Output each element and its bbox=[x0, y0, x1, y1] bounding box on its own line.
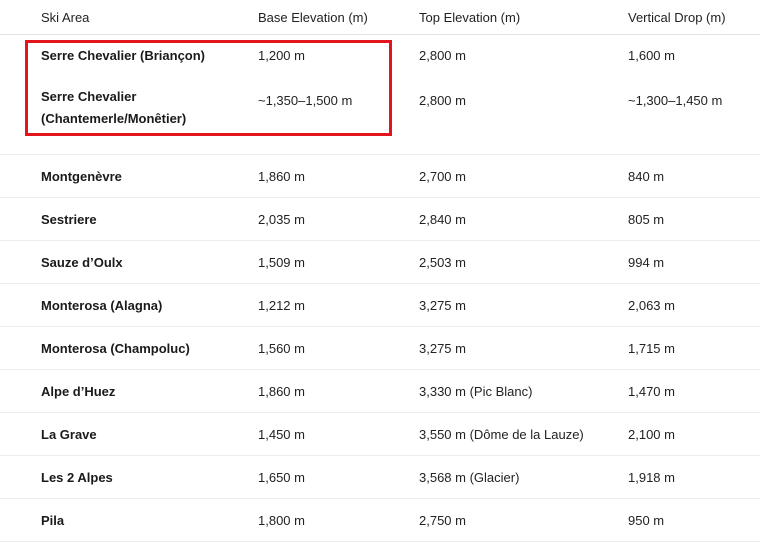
cell-base-elevation: ~1,350–1,500 m bbox=[258, 76, 419, 155]
cell-ski-area: Sauze d’Oulx bbox=[0, 240, 258, 284]
table-row: Sestriere 2,035 m 2,840 m 805 m bbox=[0, 197, 760, 241]
cell-base-elevation: 1,450 m bbox=[258, 412, 419, 456]
cell-base-elevation: 2,050 m bbox=[258, 541, 419, 558]
cell-ski-area-line2: (Chantemerle/Monêtier) bbox=[41, 111, 187, 126]
table-row: Pila 1,800 m 2,750 m 950 m bbox=[0, 498, 760, 542]
table-header-row: Ski Area Base Elevation (m) Top Elevatio… bbox=[0, 0, 760, 35]
table-row: Serre Chevalier (Chantemerle/Monêtier) ~… bbox=[0, 76, 760, 155]
cell-top-elevation: 3,275 m bbox=[419, 283, 628, 327]
cell-top-elevation: 2,800 m bbox=[419, 48, 466, 63]
cell-base-elevation: 1,650 m bbox=[258, 455, 419, 499]
cell-vertical-drop: 994 m bbox=[628, 240, 760, 284]
cell-top-elevation: 2,503 m bbox=[419, 240, 628, 284]
cell-ski-area: Pila bbox=[0, 498, 258, 542]
cell-ski-area: Les 2 Alpes bbox=[0, 455, 258, 499]
cell-vertical-drop: ~1,300–1,450 m bbox=[628, 76, 760, 155]
cell-ski-area: Serre Chevalier (Chantemerle/Monêtier) bbox=[0, 76, 258, 155]
table-row: Monterosa (Champoluc) 1,560 m 3,275 m 1,… bbox=[0, 326, 760, 370]
cell-top-elevation: 2,800 m bbox=[419, 76, 628, 155]
cell-base-elevation: 1,860 m bbox=[258, 154, 419, 198]
cell-base-elevation: 2,035 m bbox=[258, 197, 419, 241]
cell-base-elevation: 1,860 m bbox=[258, 369, 419, 413]
cell-vertical-drop: 805 m bbox=[628, 197, 760, 241]
cell-top-elevation: 3,330 m (Pic Blanc) bbox=[419, 369, 628, 413]
cell-top-elevation: 2,750 m bbox=[419, 498, 628, 542]
cell-vertical-drop: 2,063 m bbox=[628, 283, 760, 327]
table-row: Montgenèvre 1,860 m 2,700 m 840 m bbox=[0, 154, 760, 198]
cell-base-elevation: 1,212 m bbox=[258, 283, 419, 327]
cell-vertical-drop: 950 m bbox=[628, 498, 760, 542]
ski-area-table: Ski Area Base Elevation (m) Top Elevatio… bbox=[0, 0, 760, 558]
cell-vertical-drop: 1,470 m bbox=[628, 369, 760, 413]
cell-base-elevation: 1,200 m bbox=[258, 48, 305, 63]
cell-ski-area: Alpe d’Huez bbox=[0, 369, 258, 413]
cell-ski-area: Montgenèvre bbox=[0, 154, 258, 198]
cell-top-elevation: 3,568 m (Glacier) bbox=[419, 455, 628, 499]
cell-base-elevation: 1,560 m bbox=[258, 326, 419, 370]
cell-ski-area: Monterosa (Alagna) bbox=[0, 283, 258, 327]
table-row: Cervinia 2,050 m 3,883 m (Klein Matterho… bbox=[0, 541, 760, 558]
cell-vertical-drop: 1,833 m bbox=[628, 541, 760, 558]
cell-ski-area: La Grave bbox=[0, 412, 258, 456]
cell-ski-area: Cervinia bbox=[0, 541, 258, 558]
table-row: Monterosa (Alagna) 1,212 m 3,275 m 2,063… bbox=[0, 283, 760, 327]
table-row: Sauze d’Oulx 1,509 m 2,503 m 994 m bbox=[0, 240, 760, 284]
cell-ski-area: Monterosa (Champoluc) bbox=[0, 326, 258, 370]
cell-top-elevation: 2,700 m bbox=[419, 154, 628, 198]
cell-base-elevation: 1,800 m bbox=[258, 498, 419, 542]
cell-vertical-drop: 1,918 m bbox=[628, 455, 760, 499]
cell-ski-area: Serre Chevalier (Briançon) bbox=[41, 48, 206, 63]
header-ski-area: Ski Area bbox=[0, 0, 258, 35]
table-row: Serre Chevalier (Briançon) 1,200 m 2,800… bbox=[0, 35, 760, 77]
cell-ski-area-line1: Serre Chevalier bbox=[41, 89, 137, 104]
header-base-elevation: Base Elevation (m) bbox=[258, 0, 419, 35]
ski-area-table-container: Ski Area Base Elevation (m) Top Elevatio… bbox=[0, 0, 774, 558]
cell-top-elevation: 2,840 m bbox=[419, 197, 628, 241]
cell-vertical-drop: 1,600 m bbox=[628, 48, 675, 63]
cell-vertical-drop: 1,715 m bbox=[628, 326, 760, 370]
cell-top-elevation: 3,550 m (Dôme de la Lauze) bbox=[419, 412, 628, 456]
header-top-elevation: Top Elevation (m) bbox=[419, 0, 628, 35]
cell-vertical-drop: 2,100 m bbox=[628, 412, 760, 456]
table-row: Les 2 Alpes 1,650 m 3,568 m (Glacier) 1,… bbox=[0, 455, 760, 499]
header-vertical-drop: Vertical Drop (m) bbox=[628, 0, 760, 35]
table-row: Alpe d’Huez 1,860 m 3,330 m (Pic Blanc) … bbox=[0, 369, 760, 413]
table-row: La Grave 1,450 m 3,550 m (Dôme de la Lau… bbox=[0, 412, 760, 456]
cell-ski-area: Sestriere bbox=[0, 197, 258, 241]
cell-base-elevation: 1,509 m bbox=[258, 240, 419, 284]
cell-top-elevation: 3,275 m bbox=[419, 326, 628, 370]
cell-vertical-drop: 840 m bbox=[628, 154, 760, 198]
cell-top-elevation: 3,883 m (Klein Matterhorn) bbox=[419, 541, 628, 558]
